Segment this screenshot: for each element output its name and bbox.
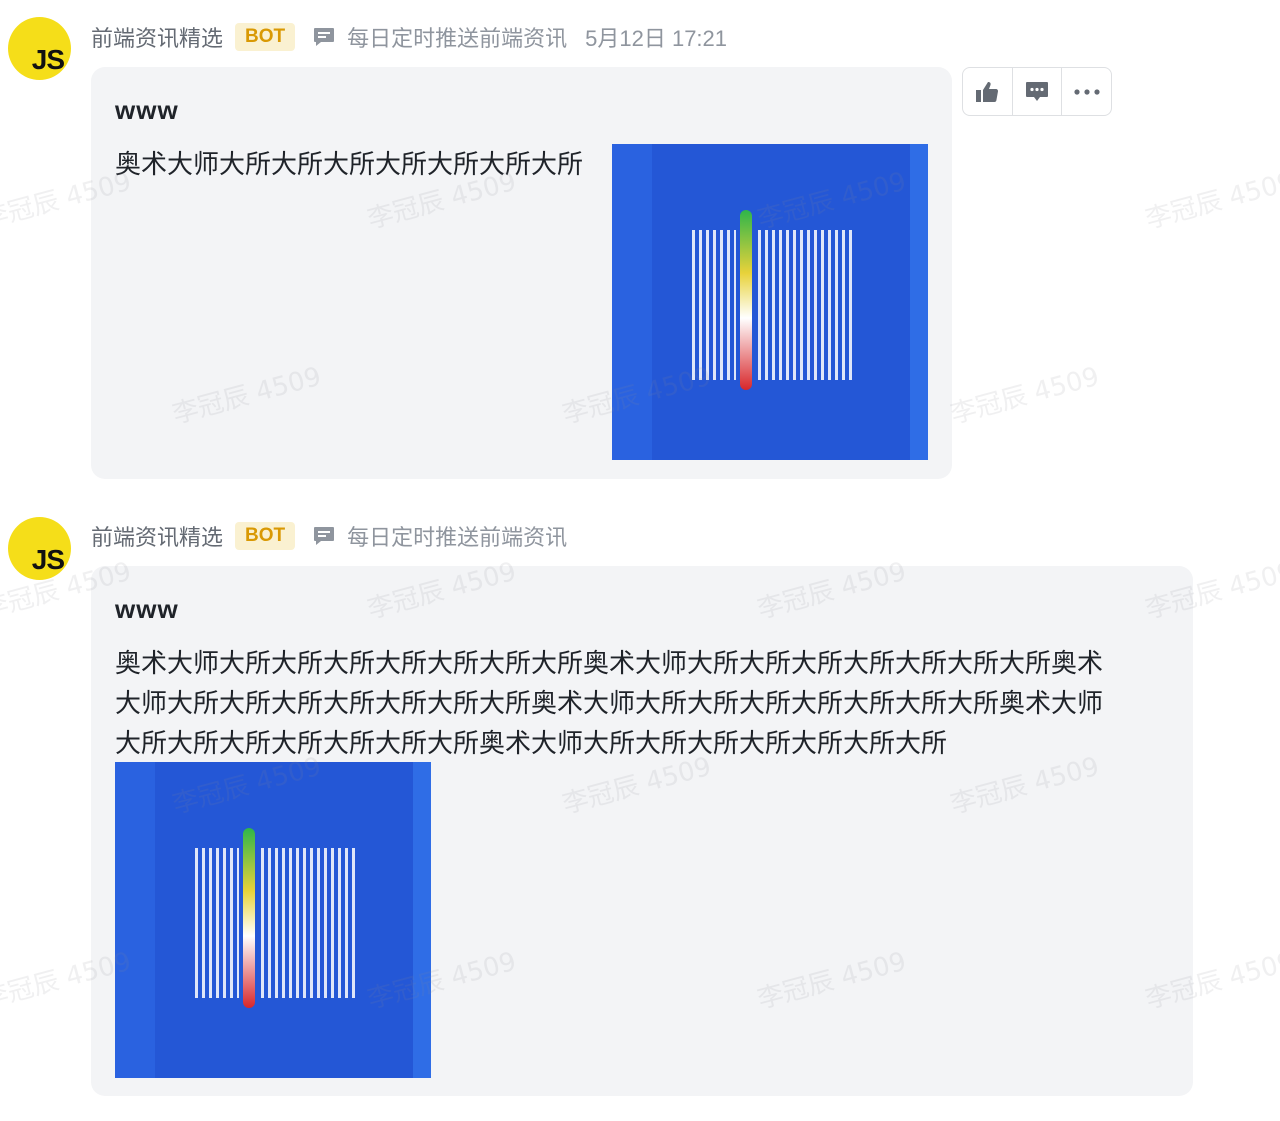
thumbs-up-button[interactable] [963,68,1013,115]
body-line: 大师大所大所大所大所大所大所大所奥术大师大所大所大所大所大所大所大所奥术大师 [115,688,1104,718]
more-button[interactable] [1062,68,1111,115]
image-decor [195,848,239,998]
bot-description: 每日定时推送前端资讯 [347,26,568,51]
more-icon [1074,88,1100,95]
watermark: 李冠辰 4509 [947,361,1103,431]
avatar-text: JS [31,544,65,575]
image-decor [243,828,255,1008]
message-time: 5月12日 17:21 [585,26,728,51]
message-title: www [115,594,179,624]
image-decor [910,144,928,460]
message-icon [313,27,335,47]
thumbs-up-icon [976,81,999,102]
image-decor [692,230,736,380]
reply-button[interactable] [1013,68,1063,115]
message-bubble[interactable]: www 奥术大师大所大所大所大所大所大所大所奥术大师大所大所大所大所大所大所大所… [91,566,1193,1096]
avatar[interactable]: JS [8,517,71,580]
message-image[interactable] [612,144,928,460]
image-decor [261,848,357,998]
image-decor [413,762,431,1078]
image-decor [740,210,752,390]
reply-icon [1026,81,1048,101]
watermark: 李冠辰 4509 [1142,166,1280,236]
message-bubble[interactable]: www 奥术大师大所大所大所大所大所大所大所 [91,67,952,479]
message-icon [313,526,335,546]
message-body: 奥术大师大所大所大所大所大所大所大所 [115,149,584,179]
message-body: 奥术大师大所大所大所大所大所大所大所奥术大师大所大所大所大所大所大所大所奥术 大… [115,643,1185,763]
message-toolbar [962,67,1112,116]
image-decor [115,762,155,1078]
avatar[interactable]: JS [8,17,71,80]
body-line: 大所大所大所大所大所大所大所奥术大师大所大所大所大所大所大所大所 [115,728,948,758]
sender-name[interactable]: 前端资讯精选 [91,520,223,552]
bot-badge: BOT [235,23,296,51]
image-decor [758,230,854,380]
body-line: 奥术大师大所大所大所大所大所大所大所奥术大师大所大所大所大所大所大所大所奥术 [115,648,1104,678]
avatar-text: JS [31,44,65,75]
message-header: 前端资讯精选 BOT 每日定时推送前端资讯 5月12日 17:21 [91,20,727,54]
sender-name[interactable]: 前端资讯精选 [91,21,223,53]
message-image[interactable] [115,762,431,1078]
message-header: 前端资讯精选 BOT 每日定时推送前端资讯 [91,519,567,553]
message-title: www [115,95,179,125]
image-decor [612,144,652,460]
bot-description: 每日定时推送前端资讯 [347,525,568,550]
bot-badge: BOT [235,522,296,550]
